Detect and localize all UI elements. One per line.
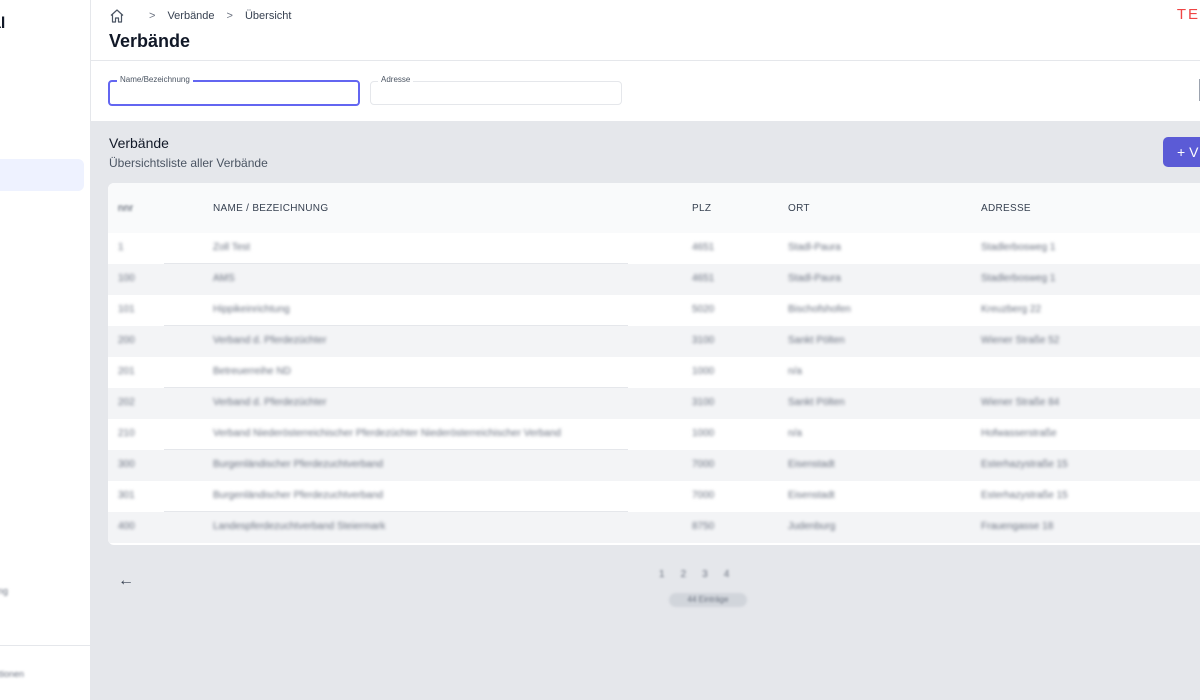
- cell-name: Hippikeinrichtung: [213, 304, 290, 315]
- cell-adresse: Esterhazystraße 15: [981, 490, 1068, 501]
- chevron-right-icon: >: [226, 10, 233, 22]
- cell-plz: 4651: [692, 273, 715, 284]
- arrow-left-icon[interactable]: ←: [118, 572, 134, 590]
- cell-nr: 200: [118, 335, 135, 346]
- name-filter-input[interactable]: [110, 82, 358, 104]
- address-filter-input[interactable]: [371, 82, 621, 104]
- section-title: Verbände: [109, 135, 169, 151]
- breadcrumb-item[interactable]: Verbände: [167, 10, 214, 22]
- cell-ort: Sankt Pölten: [788, 335, 845, 346]
- section-subtitle: Übersichtsliste aller Verbände: [109, 156, 268, 170]
- home-icon[interactable]: [109, 8, 125, 24]
- cell-nr: 301: [118, 490, 135, 501]
- page-header: > Verbände > Übersicht Verbände TE: [91, 0, 1200, 61]
- app-brand: al: [0, 15, 6, 32]
- cell-ort: Sankt Pölten: [788, 397, 845, 408]
- cell-name: Verband d. Pferdezüchter: [213, 397, 327, 408]
- cell-nr: 300: [118, 459, 135, 470]
- address-filter-field[interactable]: Adresse: [370, 75, 622, 105]
- table-header: nnr NAME / BEZEICHNUNG PLZ ORT ADRESSE: [108, 183, 1200, 233]
- table-row[interactable]: 201 Betreuerreihe ND 1000 n/a: [108, 357, 1200, 388]
- breadcrumb: > Verbände > Übersicht: [109, 8, 291, 24]
- table-row[interactable]: 300 Burgenländischer Pferdezuchtverband …: [108, 450, 1200, 481]
- cell-plz: 5020: [692, 304, 715, 315]
- cell-adresse: Stadlerbosweg 1: [981, 242, 1056, 253]
- cell-nr: 202: [118, 397, 135, 408]
- page-link[interactable]: 4: [724, 569, 730, 580]
- cell-plz: 7000: [692, 459, 715, 470]
- cell-ort: Bischofshofen: [788, 304, 851, 315]
- sidebar: al rung nktionen: [0, 0, 91, 700]
- sidebar-item-active[interactable]: [0, 159, 84, 191]
- cell-ort: n/a: [788, 366, 802, 377]
- cell-adresse: Wiener Straße 84: [981, 397, 1060, 408]
- table-row[interactable]: 200 Verband d. Pferdezüchter 3100 Sankt …: [108, 326, 1200, 357]
- cell-ort: Eisenstadt: [788, 490, 835, 501]
- cell-adresse: Esterhazystraße 15: [981, 459, 1068, 470]
- cell-plz: 3100: [692, 335, 715, 346]
- table-row[interactable]: 301 Burgenländischer Pferdezuchtverband …: [108, 481, 1200, 512]
- cell-adresse: Stadlerbosweg 1: [981, 273, 1056, 284]
- pagination: 1 2 3 4: [659, 569, 729, 580]
- column-header-name[interactable]: NAME / BEZEICHNUNG: [213, 203, 328, 214]
- table-row[interactable]: 1 Zoll Test 4651 Stadl-Paura Stadlerbosw…: [108, 233, 1200, 264]
- name-filter-field[interactable]: Name/Bezeichnung: [108, 75, 360, 106]
- cell-adresse: Hofwasserstraße: [981, 428, 1057, 439]
- column-header-plz[interactable]: PLZ: [692, 203, 711, 214]
- cell-name: Verband Niederösterreichischer Pferdezüc…: [213, 428, 561, 439]
- cell-nr: 400: [118, 521, 135, 532]
- table-row[interactable]: 210 Verband Niederösterreichischer Pferd…: [108, 419, 1200, 450]
- cell-nr: 210: [118, 428, 135, 439]
- cell-name: Zoll Test: [213, 242, 251, 253]
- column-header-nr[interactable]: nnr: [118, 203, 133, 214]
- cell-name: Verband d. Pferdezüchter: [213, 335, 327, 346]
- cell-nr: 201: [118, 366, 135, 377]
- cell-ort: Stadl-Paura: [788, 242, 841, 253]
- cell-ort: Judenburg: [788, 521, 836, 532]
- name-filter-label: Name/Bezeichnung: [117, 75, 193, 85]
- page-link[interactable]: 2: [681, 569, 687, 580]
- cell-nr: 100: [118, 273, 135, 284]
- sidebar-item-label[interactable]: nktionen: [0, 669, 24, 679]
- add-verband-button[interactable]: + V: [1163, 137, 1200, 167]
- sidebar-divider: [0, 645, 90, 646]
- cell-nr: 101: [118, 304, 135, 315]
- cell-adresse: Frauengasse 18: [981, 521, 1054, 532]
- cell-plz: 3100: [692, 397, 715, 408]
- cell-name: Betreuerreihe ND: [213, 366, 291, 377]
- sidebar-item-label[interactable]: rung: [0, 586, 8, 596]
- cell-adresse: Kreuzberg 22: [981, 304, 1042, 315]
- cell-plz: 1000: [692, 366, 715, 377]
- cell-plz: 4651: [692, 242, 715, 253]
- page-link[interactable]: 3: [702, 569, 708, 580]
- cell-ort: n/a: [788, 428, 802, 439]
- main-content: Verbände Übersichtsliste aller Verbände …: [91, 121, 1200, 700]
- table-row[interactable]: 101 Hippikeinrichtung 5020 Bischofshofen…: [108, 295, 1200, 326]
- breadcrumb-item[interactable]: Übersicht: [245, 10, 291, 22]
- verbaende-table: nnr NAME / BEZEICHNUNG PLZ ORT ADRESSE 1…: [108, 183, 1200, 545]
- table-row[interactable]: 400 Landespferdezuchtverband Steiermark …: [108, 512, 1200, 543]
- cell-name: Burgenländischer Pferdezuchtverband: [213, 459, 384, 470]
- address-filter-label: Adresse: [378, 75, 414, 85]
- cell-name: AMS: [213, 273, 235, 284]
- page-title: Verbände: [109, 31, 191, 51]
- page-link[interactable]: 1: [659, 569, 665, 580]
- cell-name: Burgenländischer Pferdezuchtverband: [213, 490, 384, 501]
- cell-ort: Eisenstadt: [788, 459, 835, 470]
- column-header-ort[interactable]: ORT: [788, 203, 810, 214]
- cell-name: Landespferdezuchtverband Steiermark: [213, 521, 386, 532]
- cell-plz: 8750: [692, 521, 715, 532]
- table-row[interactable]: 100 AMS 4651 Stadl-Paura Stadlerbosweg 1: [108, 264, 1200, 295]
- results-count-badge: 44 Einträge: [669, 593, 747, 607]
- environment-label: TE: [1176, 6, 1200, 23]
- column-header-adresse[interactable]: ADRESSE: [981, 203, 1031, 214]
- cell-plz: 7000: [692, 490, 715, 501]
- cell-ort: Stadl-Paura: [788, 273, 841, 284]
- cell-adresse: Wiener Straße 52: [981, 335, 1060, 346]
- filter-bar: Name/Bezeichnung Adresse: [91, 61, 1200, 120]
- cell-nr: 1: [118, 242, 124, 253]
- cell-plz: 1000: [692, 428, 715, 439]
- chevron-right-icon: >: [149, 10, 156, 22]
- table-row[interactable]: 202 Verband d. Pferdezüchter 3100 Sankt …: [108, 388, 1200, 419]
